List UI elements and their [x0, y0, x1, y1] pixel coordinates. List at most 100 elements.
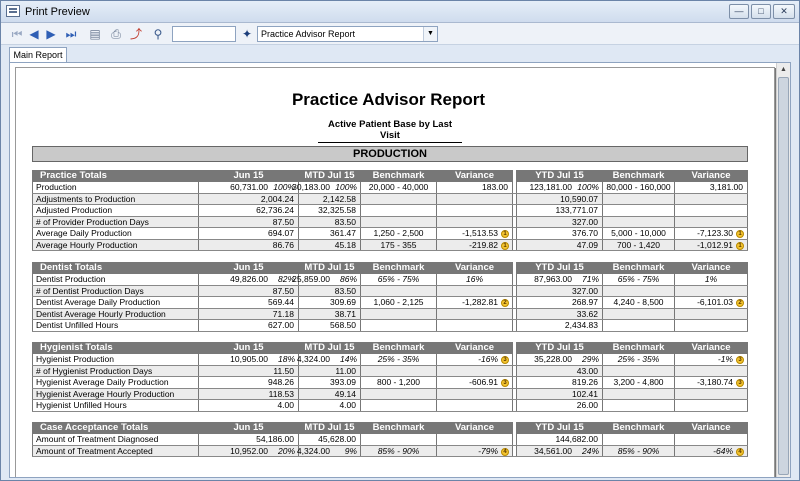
- section-title: Dentist Totals: [40, 262, 103, 273]
- ytd-value: 35,228.00: [534, 354, 572, 364]
- jun-value: 60,731.00: [230, 182, 268, 192]
- table-cell: 10,590.07: [516, 193, 602, 204]
- print-icon[interactable]: ⎙: [108, 26, 124, 42]
- benchmark-value: 1,250 - 2,500: [373, 228, 424, 238]
- table-cell: 25,859.00 86%: [292, 274, 360, 285]
- table-row: Amount of Treatment Accepted 10,952.00 20%…: [32, 445, 748, 457]
- first-page-icon[interactable]: ⏮: [9, 26, 25, 42]
- row-label: Dentist Average Hourly Production: [32, 308, 198, 319]
- find-icon[interactable]: ⚲: [150, 26, 166, 42]
- table-cell: [360, 434, 436, 445]
- table-cell: 309.69: [298, 297, 360, 308]
- report-page: Practice Advisor Report Active Patient B…: [15, 67, 775, 477]
- jun-percent: 20%: [277, 445, 295, 456]
- ytd-percent: 29%: [581, 354, 599, 364]
- page-number-input[interactable]: [172, 26, 236, 42]
- close-button[interactable]: ✕: [773, 4, 795, 19]
- table-cell: [436, 308, 512, 319]
- report-viewport: Practice Advisor Report Active Patient B…: [9, 62, 791, 478]
- column-gap: [512, 308, 516, 319]
- vertical-scrollbar[interactable]: ▲: [776, 63, 790, 477]
- ytd-value: 10,590.07: [560, 193, 598, 204]
- table-cell: 948.26: [198, 377, 298, 388]
- scroll-up-icon[interactable]: ▲: [778, 64, 789, 76]
- warning-icon: 4: [736, 447, 744, 456]
- warning-icon: 1: [736, 241, 744, 250]
- mtd-value: 309.69: [330, 297, 356, 307]
- column-gap: [512, 262, 516, 274]
- table-cell: 33.62: [516, 308, 602, 319]
- ytd-value: 102.41: [572, 388, 598, 399]
- table-cell: 2,142.58: [298, 193, 360, 204]
- table-cell: [436, 320, 512, 331]
- jun-percent: 18%: [277, 354, 295, 364]
- table-cell: 49.14: [298, 388, 360, 399]
- export-icon[interactable]: ⤴: [128, 26, 144, 42]
- chevron-down-icon[interactable]: ▼: [423, 27, 437, 41]
- mtd-value: 45.18: [334, 239, 356, 250]
- tab-main-report[interactable]: Main Report: [9, 47, 67, 63]
- table-cell: -1% 3: [674, 354, 748, 365]
- table-cell: [436, 388, 512, 399]
- ytd-value: 26.00: [576, 400, 598, 410]
- section-header-row: Practice Totals Jun 15 MTD Jul 15 Benchmark…: [32, 170, 748, 182]
- variance-value: 16%: [465, 274, 483, 284]
- table-cell: 5,000 - 10,000: [602, 228, 674, 239]
- minimize-button[interactable]: —: [729, 4, 749, 19]
- ytd-value: 376.70: [572, 228, 598, 238]
- benchmark-value: 175 - 355: [380, 239, 417, 250]
- jun-value: 87.50: [272, 285, 294, 296]
- table-row: Amount of Treatment Diagnosed 54,186.00 45…: [32, 434, 748, 446]
- row-label: Amount of Treatment Accepted: [32, 445, 198, 456]
- previous-page-icon[interactable]: ◀: [26, 26, 42, 42]
- app-icon: [6, 5, 20, 17]
- ytd-benchmark-value: 65% - 75%: [617, 274, 660, 284]
- table-row: Production 60,731.00 100% 30,183.00 100% 20,0…: [32, 182, 748, 194]
- table-cell: [602, 193, 674, 204]
- jun-value: 54,186.00: [256, 434, 294, 444]
- maximize-button[interactable]: □: [751, 4, 771, 19]
- close-icon: ✕: [780, 6, 788, 16]
- ytd-value: 47.09: [576, 239, 598, 250]
- last-page-icon[interactable]: ⏭: [63, 26, 79, 42]
- table-cell: 30,183.00 100%: [292, 182, 360, 193]
- minimize-icon: —: [734, 6, 744, 16]
- table-cell: 49,826.00 82%: [198, 274, 298, 285]
- table-cell: [602, 320, 674, 331]
- page-setup-icon[interactable]: ▤: [87, 26, 103, 42]
- column-header: MTD Jul 15: [298, 170, 360, 182]
- title-bar: Print Preview — □ ✕: [1, 1, 799, 23]
- ytd-percent: 71%: [581, 274, 599, 284]
- row-label: # of Dentist Production Days: [32, 285, 198, 296]
- mtd-value: 38.71: [334, 308, 356, 319]
- jun-value: 2,004.24: [260, 193, 294, 204]
- table-row: Dentist Average Daily Production 569.44 30…: [32, 297, 748, 309]
- table-cell: [360, 285, 436, 296]
- scrollbar-thumb[interactable]: [778, 77, 789, 475]
- table-cell: -3,180.74 3: [674, 377, 748, 388]
- next-page-icon[interactable]: ▶: [43, 26, 59, 42]
- table-cell: 4.00: [298, 400, 360, 411]
- section-title: Case Acceptance Totals: [40, 422, 149, 433]
- table-cell: 47.09: [516, 239, 602, 250]
- ytd-benchmark-value: 5,000 - 10,000: [611, 228, 666, 238]
- table-cell: -79% 4: [436, 445, 512, 456]
- ytd-benchmark-value: 80,000 - 160,000: [606, 182, 671, 192]
- table-cell: 819.26: [516, 377, 602, 388]
- row-label: Adjusted Production: [32, 205, 198, 216]
- ytd-value: 33.62: [576, 308, 598, 319]
- mtd-value: 32,325.58: [318, 205, 356, 215]
- table-cell: [436, 400, 512, 411]
- report-select[interactable]: Practice Advisor Report ▼: [257, 26, 438, 42]
- jun-value: 49,826.00: [230, 274, 268, 284]
- table-cell: 3,200 - 4,800: [602, 377, 674, 388]
- table-cell: 45.18: [298, 239, 360, 250]
- ytd-value: 144,682.00: [555, 434, 598, 444]
- column-gap: [512, 434, 516, 445]
- warning-icon: 3: [736, 356, 744, 364]
- ytd-percent: 100%: [577, 182, 599, 192]
- table-row: Hygienist Average Hourly Production 118.5…: [32, 388, 748, 400]
- table-cell: [674, 308, 748, 319]
- table-cell: 268.97: [516, 297, 602, 308]
- warning-icon: 3: [501, 356, 509, 364]
